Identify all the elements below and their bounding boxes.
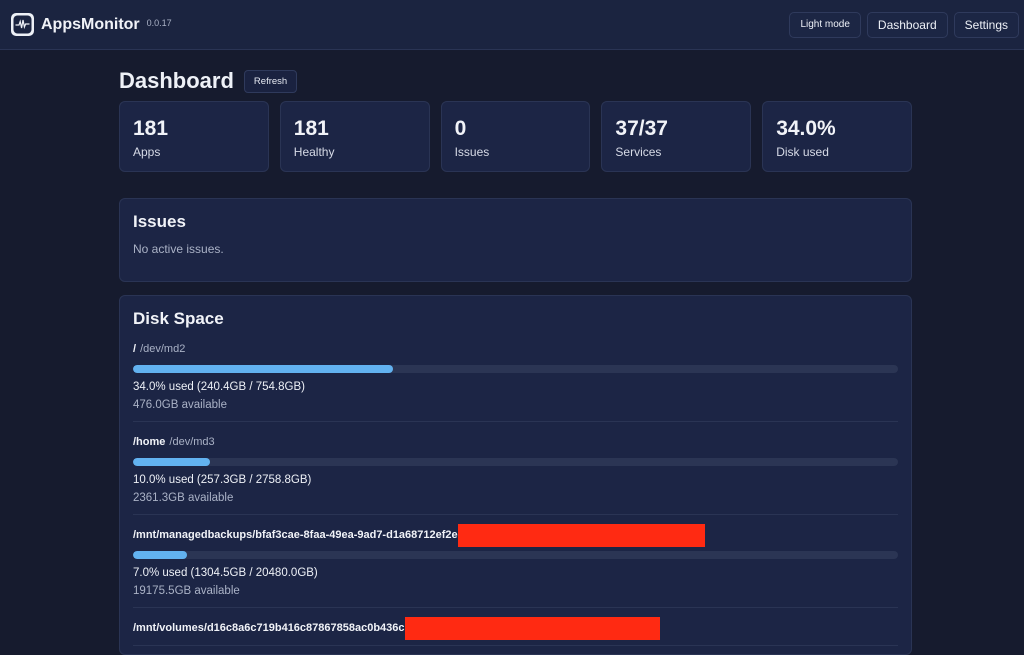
- device-name: /dev/md3: [169, 436, 215, 448]
- usage-text: 10.0% used (257.3GB / 2758.8GB): [133, 474, 312, 486]
- stats-row: 181 Apps 181 Healthy 0 Issues 37/37 Serv…: [119, 101, 912, 172]
- disk-entry: /mnt/volumes/d16c8a6c719b416c87867858ac0…: [133, 608, 898, 646]
- mount-path: /mnt/managedbackups/bfaf3cae-8faa-49ea-9…: [133, 529, 458, 541]
- app-logo-icon: [11, 13, 34, 36]
- issues-title: Issues: [133, 212, 186, 231]
- disk-space-title: Disk Space: [133, 309, 224, 328]
- disk-entry: /mnt/managedbackups/bfaf3cae-8faa-49ea-9…: [133, 515, 898, 608]
- refresh-button[interactable]: Refresh: [243, 69, 298, 93]
- device-name: /dev/md2: [140, 343, 186, 355]
- main-content: Dashboard Refresh 181 Apps 181 Healthy 0…: [119, 50, 912, 655]
- stat-value: 34.0%: [776, 117, 836, 140]
- stat-label: Issues: [454, 145, 490, 159]
- stat-label: Disk used: [776, 145, 829, 159]
- usage-bar: [133, 365, 898, 373]
- disk-entry: / /dev/md2 34.0% used (240.4GB / 754.8GB…: [133, 329, 898, 422]
- top-nav: Light mode Dashboard Settings: [789, 11, 1019, 38]
- issues-card: Issues No active issues.: [119, 198, 912, 282]
- stat-card-issues: 0 Issues: [440, 101, 591, 172]
- available-text: 476.0GB available: [133, 399, 227, 411]
- stat-card-apps: 181 Apps: [119, 101, 269, 172]
- available-text: 19175.5GB available: [133, 585, 240, 597]
- usage-bar-fill: [133, 458, 210, 466]
- disk-space-card: Disk Space / /dev/md2 34.0% used (240.4G…: [119, 295, 912, 655]
- usage-bar-fill: [133, 551, 187, 559]
- stat-value: 0: [454, 117, 467, 140]
- top-bar: AppsMonitor 0.0.17 Light mode Dashboard …: [0, 0, 1024, 50]
- stat-label: Services: [615, 145, 662, 159]
- disk-entry: /home /dev/md3 10.0% used (257.3GB / 275…: [133, 422, 898, 515]
- stat-card-healthy: 181 Healthy: [279, 101, 430, 172]
- page-title: Dashboard: [119, 68, 234, 93]
- stat-label: Healthy: [293, 145, 335, 159]
- app-name: AppsMonitor: [41, 15, 140, 33]
- usage-bar-fill: [133, 365, 394, 373]
- stat-value: 181: [293, 117, 329, 140]
- light-mode-button[interactable]: Light mode: [789, 11, 861, 38]
- usage-text: 7.0% used (1304.5GB / 20480.0GB): [133, 567, 318, 579]
- stat-card-disk-used: 34.0% Disk used: [762, 101, 912, 172]
- issues-empty-message: No active issues.: [133, 242, 224, 256]
- app-version: 0.0.17: [146, 17, 172, 28]
- stat-card-services: 37/37 Services: [601, 101, 752, 172]
- redaction-block: [457, 523, 705, 547]
- stat-label: Apps: [133, 145, 161, 159]
- mount-path: /home: [133, 436, 166, 448]
- available-text: 2361.3GB available: [133, 492, 234, 504]
- mount-path: /: [133, 343, 137, 355]
- mount-path: /mnt/volumes/d16c8a6c719b416c87867858ac0…: [133, 622, 405, 634]
- settings-button[interactable]: Settings: [953, 11, 1019, 38]
- stat-value: 37/37: [615, 117, 668, 140]
- usage-text: 34.0% used (240.4GB / 754.8GB): [133, 381, 305, 393]
- usage-bar: [133, 458, 898, 466]
- redaction-block: [404, 616, 660, 640]
- dashboard-button[interactable]: Dashboard: [866, 11, 948, 38]
- usage-bar: [133, 551, 898, 559]
- stat-value: 181: [133, 117, 169, 140]
